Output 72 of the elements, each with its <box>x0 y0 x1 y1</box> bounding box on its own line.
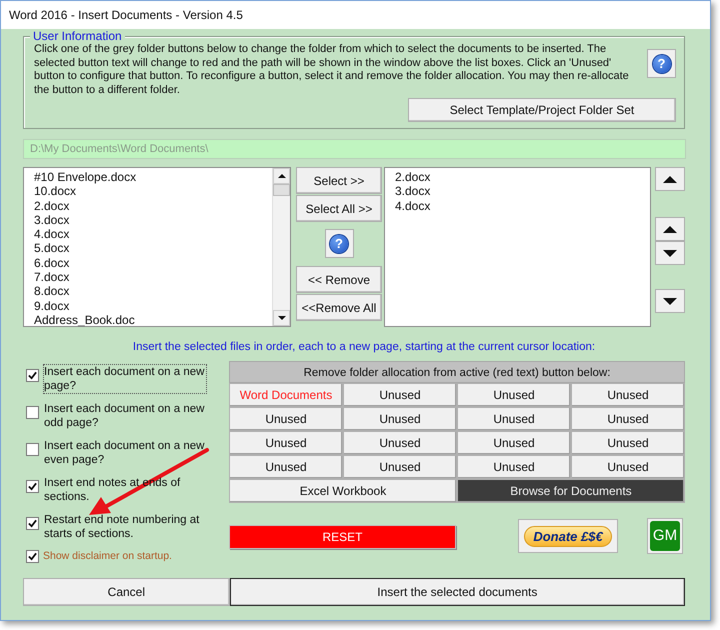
list-item[interactable]: #10 Envelope.docx <box>34 170 272 184</box>
list-item[interactable]: 3.docx <box>395 184 650 199</box>
move-down-button[interactable] <box>655 241 685 265</box>
down-icon <box>663 298 677 304</box>
list-item[interactable]: Address_Book.doc <box>34 312 272 326</box>
list-item[interactable]: 6.docx <box>34 256 272 270</box>
folder-button[interactable]: Unused <box>343 383 457 407</box>
folder-set-button[interactable]: Select Template/Project Folder Set <box>408 98 676 122</box>
help-icon: ? <box>330 234 348 252</box>
list-item[interactable]: 8.docx <box>34 284 272 299</box>
up-icon <box>663 226 677 232</box>
folder-button[interactable]: Unused <box>571 407 685 431</box>
folder-button[interactable]: Unused <box>229 407 343 431</box>
help-icon: ? <box>652 54 670 72</box>
list-item[interactable]: 2.docx <box>395 170 650 184</box>
grid-header: Remove folder allocation from active (red text) button below: <box>229 361 685 383</box>
move-bottom-button[interactable] <box>655 289 685 313</box>
list-item[interactable]: 2.docx <box>34 198 272 213</box>
option-label[interactable]: Insert each document on a new page? <box>43 364 207 394</box>
gm-button[interactable]: GM <box>647 518 683 554</box>
scroll-thumb[interactable] <box>273 184 290 196</box>
remove-all-button[interactable]: <<Remove All <box>296 294 382 321</box>
reset-button[interactable]: RESET <box>229 525 456 549</box>
list-item[interactable]: 9.docx <box>34 298 272 313</box>
option-label[interactable]: Insert each document on a new odd page? <box>43 401 207 431</box>
move-up-button[interactable] <box>655 217 685 241</box>
cancel-button[interactable]: Cancel <box>23 578 230 606</box>
scrollbar[interactable] <box>272 168 290 326</box>
file-list[interactable]: #10 Envelope.docx 10.docx 2.docx 3.docx 4.docx 5.docx 6.docx 7.docx 8.docx 9.docx Address_Book.doc <box>23 167 291 327</box>
folder-button[interactable]: Unused <box>457 455 571 479</box>
checkbox[interactable] <box>26 480 39 493</box>
group-legend: User Information <box>30 29 125 43</box>
scroll-up-button[interactable] <box>273 168 290 184</box>
option-label[interactable]: Restart end note numbering at starts of sections. <box>43 512 207 542</box>
folder-button[interactable]: Unused <box>571 431 685 455</box>
folder-button[interactable]: Unused <box>229 455 343 479</box>
folder-button[interactable]: Unused <box>343 455 457 479</box>
selected-file-list[interactable]: 2.docx 3.docx 4.docx <box>384 167 651 327</box>
insert-button[interactable]: Insert the selected documents <box>230 578 685 606</box>
remove-button[interactable]: << Remove <box>296 266 382 293</box>
folder-button[interactable]: Unused <box>457 383 571 407</box>
scroll-down-button[interactable] <box>273 310 290 326</box>
list-item[interactable]: 4.docx <box>395 198 650 213</box>
list-item[interactable]: 3.docx <box>34 212 272 228</box>
up-icon <box>663 176 677 182</box>
select-all-button[interactable]: Select All >> <box>296 195 382 222</box>
folder-button[interactable]: Unused <box>571 455 685 479</box>
checkbox[interactable] <box>26 369 39 382</box>
instruction-text: Insert the selected files in order, each to a new page, starting at the current cursor location: <box>132 341 596 355</box>
folder-button[interactable]: Unused <box>571 383 685 407</box>
list-item[interactable]: 10.docx <box>34 184 272 199</box>
checkbox[interactable] <box>26 406 39 419</box>
checkbox[interactable] <box>26 550 39 563</box>
folder-button[interactable]: Excel Workbook <box>229 479 457 503</box>
list-item[interactable]: 4.docx <box>34 227 272 242</box>
checkbox[interactable] <box>26 443 39 456</box>
list-item[interactable]: 7.docx <box>34 270 272 284</box>
folder-button[interactable]: Unused <box>343 431 457 455</box>
select-button[interactable]: Select >> <box>296 167 382 194</box>
info-text: Click one of the grey folder buttons below to change the folder from which to select the documents to be inserted. The selected button text will change to red and the path will be shown in the window above the list boxes. Click an 'Unused' button to configure that button. To reconfigure a button, select it and remove the folder allocation. You may then re-allocate the button to a different folder. <box>34 43 630 97</box>
folder-button[interactable]: Browse for Documents <box>457 479 685 503</box>
folder-button[interactable]: Unused <box>457 431 571 455</box>
list-item[interactable]: 5.docx <box>34 241 272 256</box>
folder-button[interactable]: Unused <box>457 407 571 431</box>
option-label[interactable]: Insert each document on a new even page? <box>43 438 207 468</box>
window-title: Word 2016 - Insert Documents - Version 4.5 <box>9 8 243 22</box>
folder-button[interactable]: Unused <box>229 431 343 455</box>
donate-button[interactable]: Donate £$€ <box>518 519 618 553</box>
down-icon <box>663 250 677 256</box>
move-top-button[interactable] <box>655 167 685 191</box>
checkbox[interactable] <box>26 517 39 530</box>
folder-button[interactable]: Unused <box>343 407 457 431</box>
